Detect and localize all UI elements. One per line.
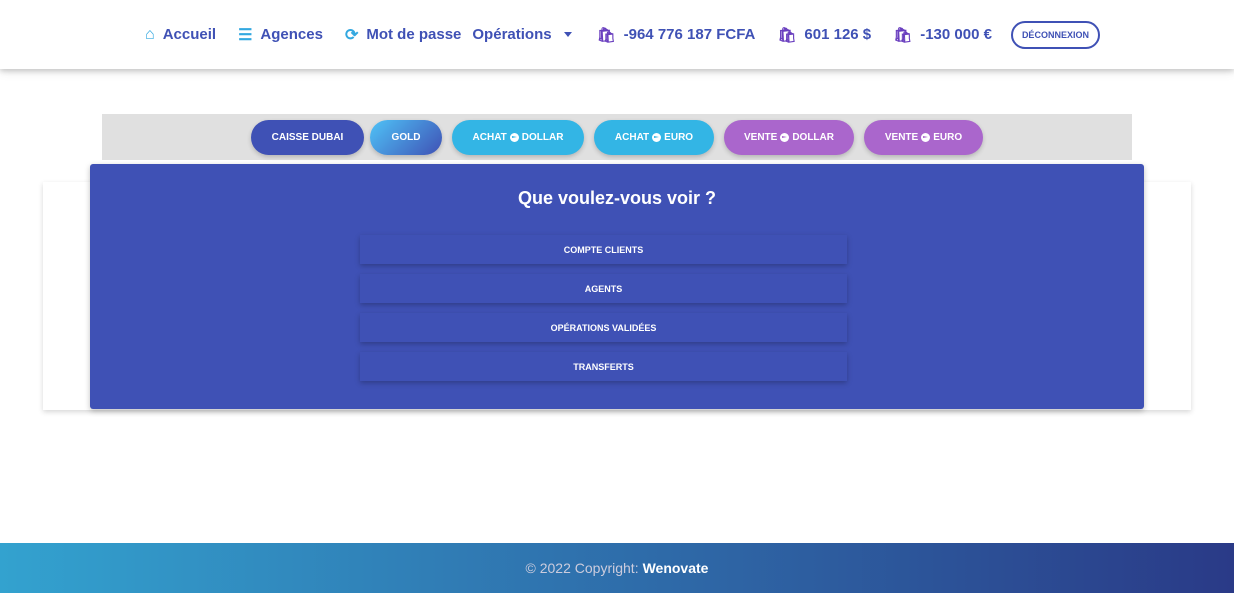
tab-vente-euro[interactable]: VENTE EURO (864, 119, 983, 155)
tab-achat-dollar[interactable]: ACHAT DOLLAR (452, 119, 584, 155)
logout-button[interactable]: DÉCONNEXION (1010, 20, 1100, 49)
home-icon: ⌂ (145, 25, 155, 43)
option-agents[interactable]: AGENTS (360, 274, 847, 303)
tab-gold[interactable]: GOLD (370, 119, 442, 155)
nav-agencies-label: Agences (260, 26, 323, 43)
list-icon: ☰ (238, 26, 253, 44)
copyright-text: © 2022 Copyright: (525, 560, 639, 576)
arrow-circle-right-icon (509, 132, 519, 142)
sync-icon: ⟳ (344, 26, 359, 44)
tab-label: GOLD (391, 131, 421, 143)
balance-usd: 🛍 601 126 $ (777, 26, 871, 44)
option-operations-validees[interactable]: OPÉRATIONS VALIDÉES (360, 313, 847, 342)
nav-home[interactable]: ⌂ Accueil (145, 26, 216, 44)
nav-agencies[interactable]: ☰ Agences (238, 25, 323, 45)
tab-label: DOLLAR (521, 131, 564, 143)
tab-label: EURO (933, 131, 963, 143)
tab-label: ACHAT (614, 131, 650, 143)
arrow-circle-right-icon (652, 132, 662, 142)
arrow-circle-right-icon (780, 132, 790, 142)
tab-achat-euro[interactable]: ACHAT EURO (594, 119, 714, 155)
shopping-bag-icon: 🛍 (777, 26, 797, 44)
option-transferts[interactable]: TRANSFERTS (360, 352, 847, 381)
shopping-bag-icon: 🛍 (596, 26, 616, 44)
tab-caisse-dubai[interactable]: CAISSE DUBAI (251, 119, 364, 155)
selection-panel: Que voulez-vous voir ? COMPTE CLIENTS AG… (90, 164, 1144, 409)
tab-label: VENTE (884, 131, 919, 143)
panel-title: Que voulez-vous voir ? (517, 188, 717, 208)
shopping-bag-icon: 🛍 (893, 26, 913, 44)
nav-home-label: Accueil (162, 26, 217, 43)
nav-password-label: Mot de passe (366, 26, 462, 43)
balance-eur: 🛍 -130 000 € (893, 26, 992, 44)
balance-usd-value: 601 126 $ (804, 26, 872, 43)
footer: © 2022 Copyright: Wenovate (0, 543, 1234, 593)
balance-eur-value: -130 000 € (920, 26, 992, 43)
nav-operations-dropdown[interactable]: Opérations (472, 26, 572, 43)
tab-label: CAISSE DUBAI (271, 131, 344, 143)
tab-label: DOLLAR (792, 131, 834, 143)
navbar: ⌂ Accueil ☰ Agences ⟳ Mot de passe Opératio… (0, 0, 1234, 69)
balance-fcfa-value: -964 776 187 FCFA (623, 26, 756, 43)
balance-fcfa: 🛍 -964 776 187 FCFA (597, 26, 756, 44)
tab-label: VENTE (743, 131, 778, 143)
nav-operations-label: Opérations (472, 26, 552, 43)
tab-vente-dollar[interactable]: VENTE DOLLAR (724, 119, 854, 155)
brand-link[interactable]: Wenovate (643, 560, 709, 576)
tab-bar: CAISSE DUBAI GOLD ACHAT DOLLAR ACHAT EURO … (102, 114, 1132, 160)
tab-label: EURO (664, 131, 694, 143)
tab-label: ACHAT (472, 131, 507, 143)
caret-down-icon (563, 32, 572, 37)
option-compte-clients[interactable]: COMPTE CLIENTS (360, 235, 847, 264)
arrow-circle-right-icon (921, 132, 931, 142)
nav-password[interactable]: ⟳ Mot de passe (345, 25, 461, 45)
